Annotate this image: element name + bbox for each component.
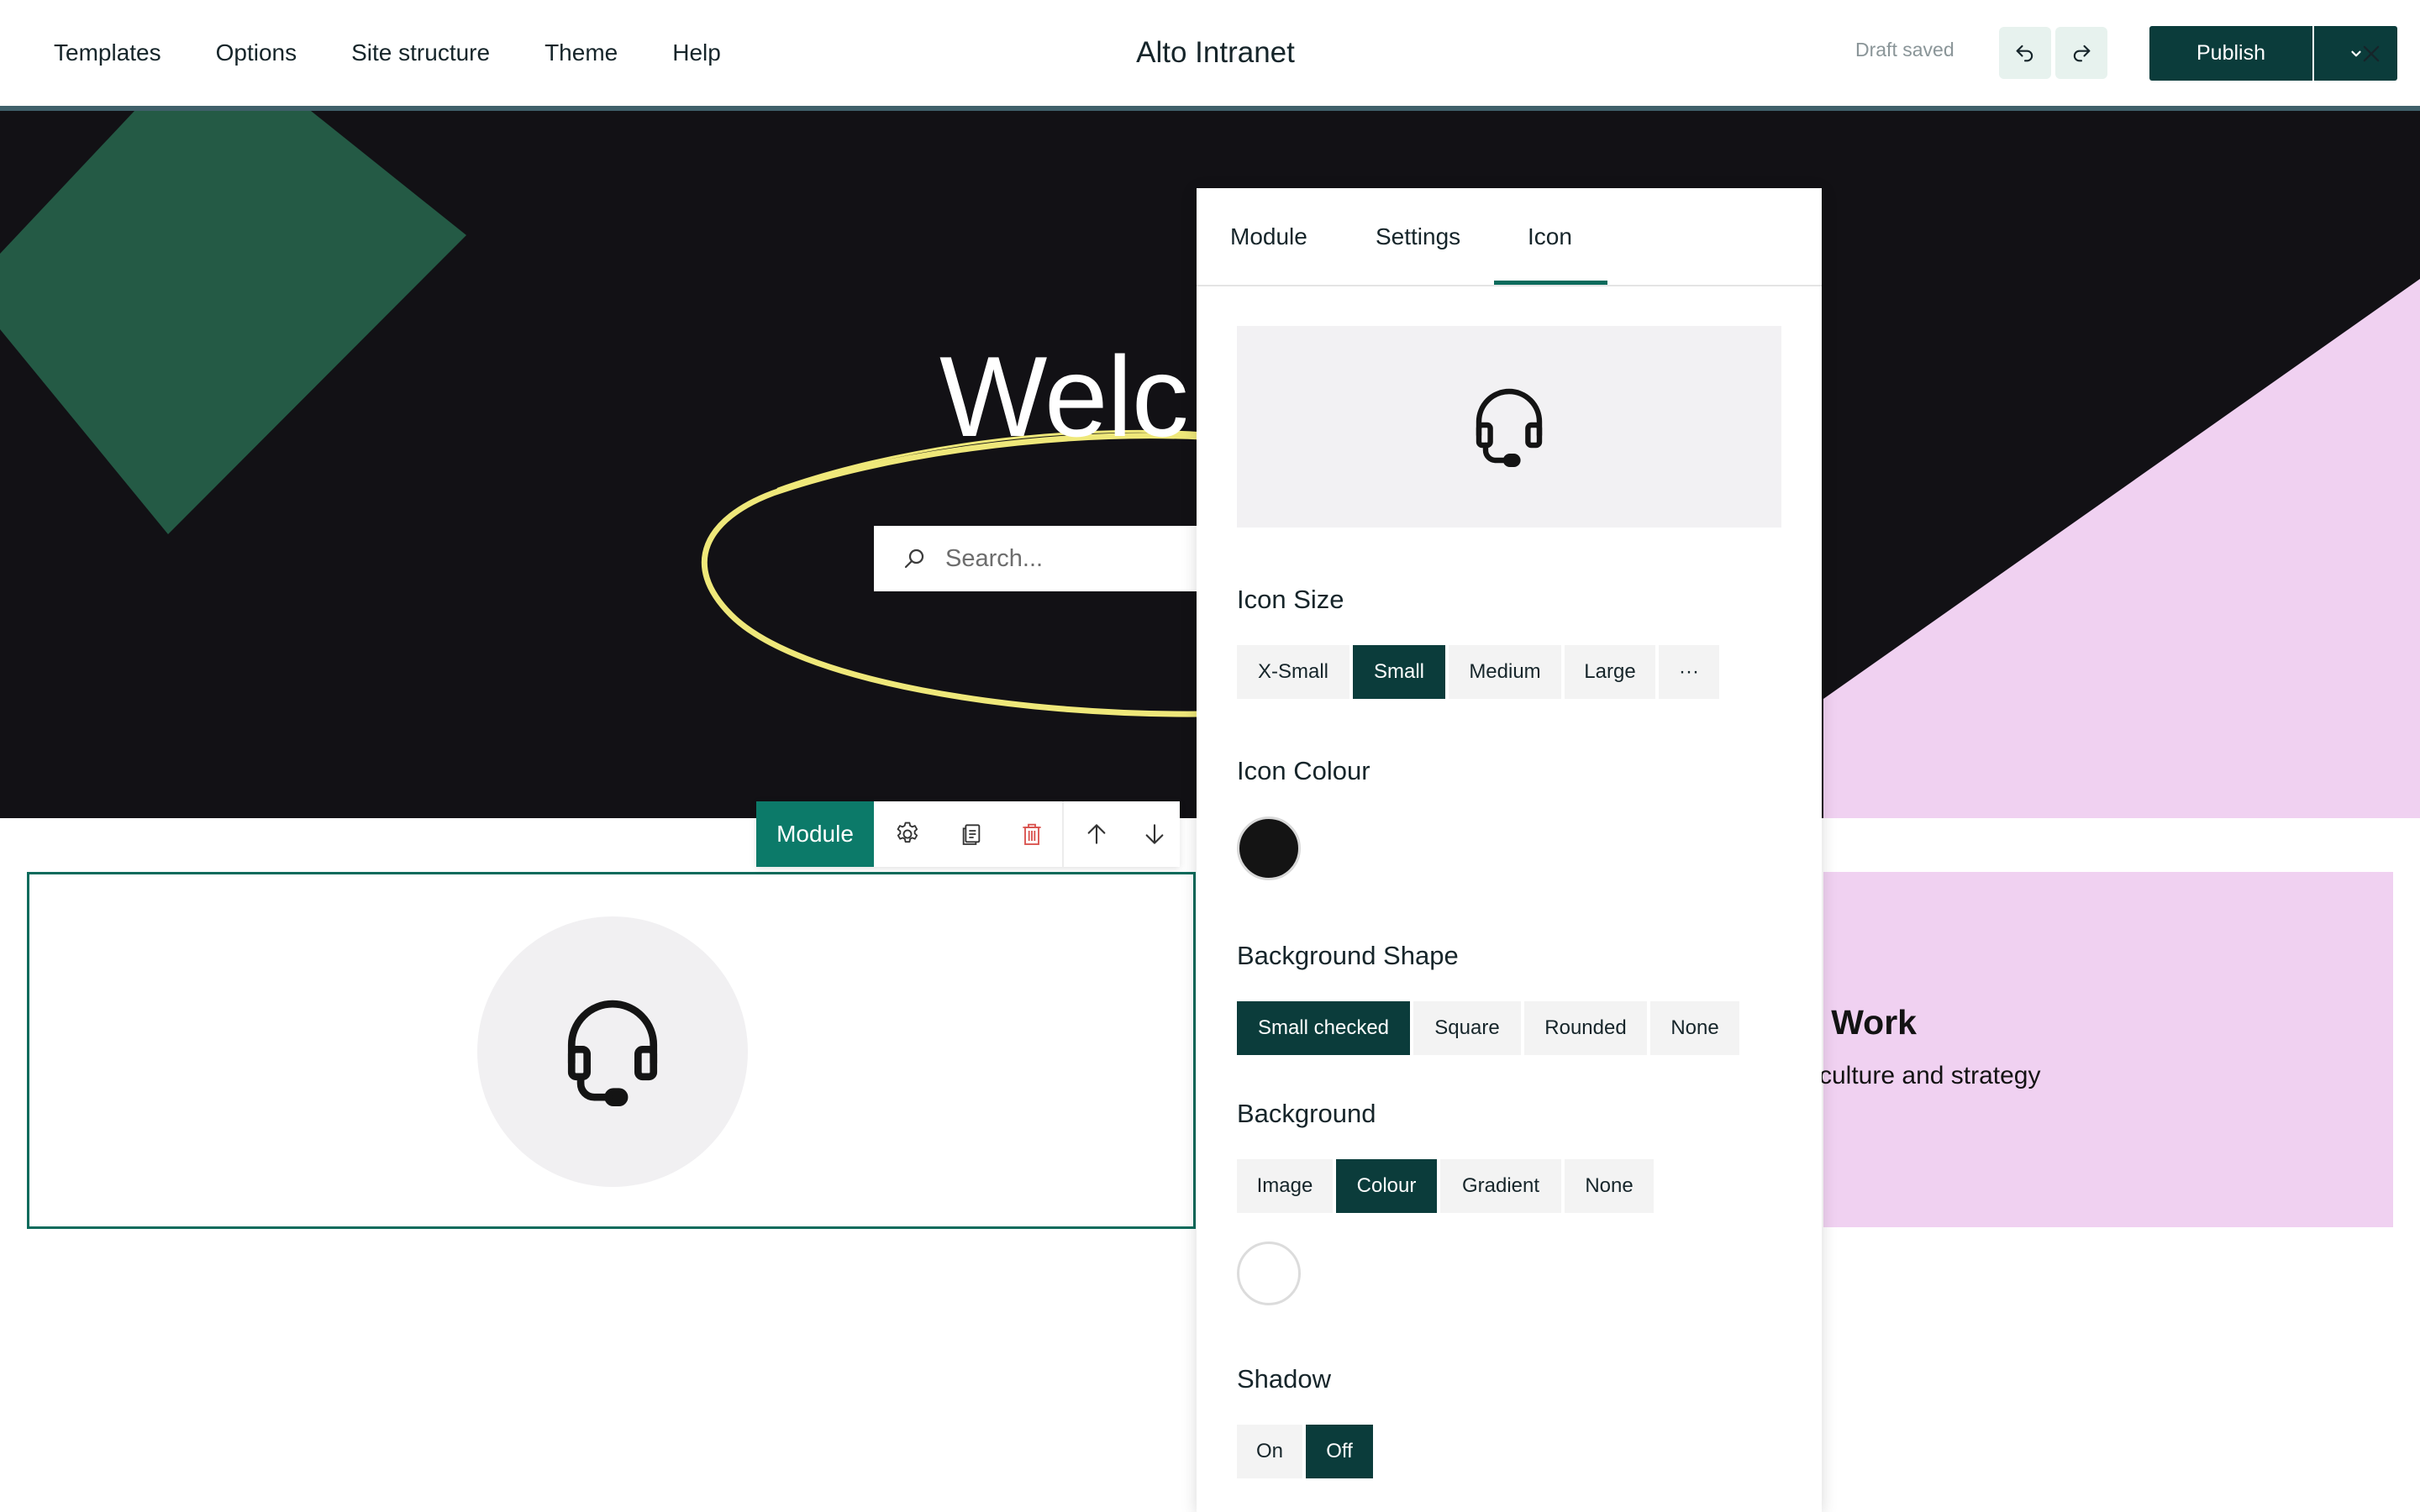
shape-none[interactable]: None	[1650, 1001, 1739, 1055]
module-toolbar: Module	[756, 801, 1180, 867]
info-card	[1823, 872, 2393, 1227]
green-diamond-shape	[0, 111, 466, 534]
shadow-label: Shadow	[1237, 1364, 1332, 1394]
icon-size-selector: X-Small Small Medium Large ···	[1237, 645, 1723, 699]
nav-templates[interactable]: Templates	[54, 39, 161, 66]
nav-options[interactable]: Options	[216, 39, 297, 66]
nav-theme[interactable]: Theme	[544, 39, 618, 66]
undo-icon	[2016, 45, 2033, 62]
icon-size-large[interactable]: Large	[1565, 645, 1655, 699]
icon-size-label: Icon Size	[1237, 585, 1344, 614]
headset-icon	[1476, 388, 1543, 467]
nav-site-structure[interactable]: Site structure	[351, 39, 490, 66]
search-input[interactable]	[944, 543, 1224, 574]
search-icon	[902, 546, 927, 571]
duplicate-module-button[interactable]	[941, 801, 1002, 867]
copy-icon	[962, 824, 981, 845]
hero-search-box	[874, 526, 1244, 591]
publish-button[interactable]: Publish	[2149, 26, 2312, 81]
redo-button[interactable]	[2055, 27, 2107, 79]
headset-icon	[567, 1000, 658, 1106]
module-label: Module	[756, 801, 874, 867]
shape-small-checked[interactable]: Small checked	[1237, 1001, 1410, 1055]
icon-colour-label: Icon Colour	[1237, 756, 1370, 785]
top-bar: Templates Options Site structure Theme H…	[0, 0, 2420, 106]
redo-icon	[2073, 45, 2091, 62]
icon-size-x-small[interactable]: X-Small	[1237, 645, 1349, 699]
background-label: Background	[1237, 1099, 1376, 1128]
active-tab-indicator	[1494, 281, 1607, 285]
close-button[interactable]	[2342, 26, 2401, 81]
hero-title: Welc	[939, 333, 1189, 460]
arrow-up-icon	[1087, 824, 1106, 844]
background-selector: Image Colour Gradient None	[1237, 1159, 1657, 1213]
background-image[interactable]: Image	[1237, 1159, 1333, 1213]
selected-icon-module[interactable]	[27, 872, 1196, 1229]
trash-icon	[1023, 823, 1041, 845]
close-icon	[2363, 45, 2380, 61]
shape-square[interactable]: Square	[1413, 1001, 1521, 1055]
draft-status: Draft saved	[1855, 39, 1954, 60]
main-nav: Templates Options Site structure Theme H…	[54, 0, 776, 106]
shadow-selector: On Off	[1237, 1425, 1376, 1478]
topbar-divider	[0, 106, 2420, 111]
icon-size-medium[interactable]: Medium	[1449, 645, 1561, 699]
icon-background-circle	[477, 916, 748, 1187]
pink-triangle-shape	[1823, 279, 2420, 818]
background-colour[interactable]: Colour	[1336, 1159, 1437, 1213]
nav-help[interactable]: Help	[672, 39, 721, 66]
move-up-button[interactable]	[1064, 801, 1129, 867]
background-none[interactable]: None	[1565, 1159, 1654, 1213]
tab-module[interactable]: Module	[1230, 188, 1307, 285]
icon-colour-swatch[interactable]	[1237, 816, 1301, 880]
delete-module-button[interactable]	[1002, 801, 1062, 867]
background-colour-swatch[interactable]	[1237, 1242, 1301, 1305]
gear-icon	[897, 822, 918, 843]
shape-rounded[interactable]: Rounded	[1524, 1001, 1647, 1055]
icon-size-small[interactable]: Small	[1353, 645, 1445, 699]
icon-size-more[interactable]: ···	[1659, 645, 1719, 699]
shadow-off[interactable]: Off	[1306, 1425, 1373, 1478]
arrow-down-icon	[1145, 824, 1164, 844]
tab-settings[interactable]: Settings	[1376, 188, 1460, 285]
background-gradient[interactable]: Gradient	[1440, 1159, 1561, 1213]
move-down-button[interactable]	[1129, 801, 1180, 867]
shadow-on[interactable]: On	[1237, 1425, 1302, 1478]
icon-settings-panel: Module Settings Icon Icon Size X-Small S…	[1197, 188, 1822, 1512]
panel-tabs: Module Settings Icon	[1197, 188, 1822, 286]
undo-button[interactable]	[1999, 27, 2051, 79]
background-shape-selector: Small checked Square Rounded None	[1237, 1001, 1743, 1055]
icon-preview[interactable]	[1237, 326, 1781, 528]
background-shape-label: Background Shape	[1237, 941, 1459, 970]
tab-icon[interactable]: Icon	[1528, 188, 1572, 285]
info-card-subtitle: culture and strategy	[1819, 1062, 2041, 1089]
module-settings-button[interactable]	[874, 801, 941, 867]
